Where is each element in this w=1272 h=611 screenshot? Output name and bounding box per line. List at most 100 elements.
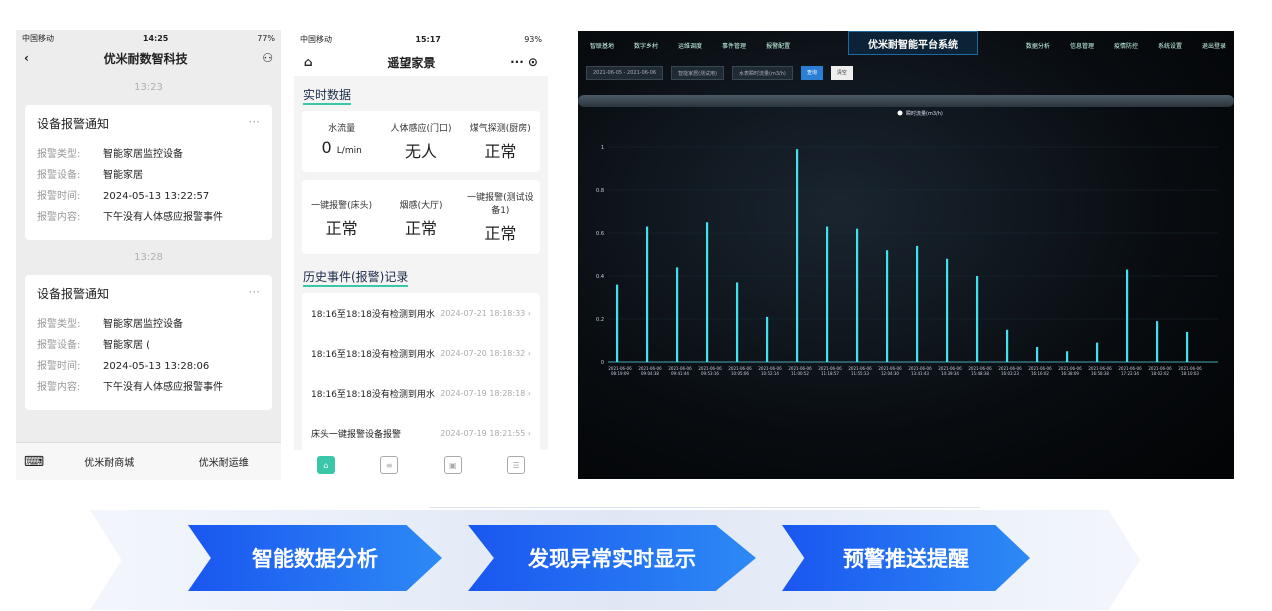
step-1-arrow: 智能数据分析	[188, 525, 442, 591]
x-tick-time: 18:02:02	[1151, 371, 1169, 376]
nav-item[interactable]: 运维调度	[678, 41, 702, 50]
x-tick-time: 16:58:38	[1091, 371, 1109, 376]
app-title: 遥望家景	[387, 55, 436, 70]
menu-item-ops[interactable]: 优米耐运维	[167, 454, 282, 469]
card-row: 报警设备: 智能家居 (	[37, 340, 151, 351]
keyboard-icon[interactable]: ⌨	[16, 454, 52, 470]
x-tick-time: 15:48:38	[971, 371, 989, 376]
nav-item[interactable]: 退出登录	[1202, 41, 1226, 50]
more-icon[interactable]: ··· ⊙	[510, 55, 538, 69]
x-tick-time: 16:38:09	[1061, 371, 1079, 376]
filter-bar: 2021-06-05 - 2021-06-06 智能家居(测试用) 水表瞬时流量…	[586, 66, 853, 80]
sensor-gas: 煤气探测(厨房) 正常	[469, 124, 531, 161]
nav-item[interactable]: 报警配置	[766, 41, 790, 50]
x-tick-time: 16:03:23	[1001, 371, 1019, 376]
nav-item[interactable]: 疫情防控	[1114, 41, 1138, 50]
alarm-card[interactable]: 设备报警通知 ··· 报警类型: 智能家居监控设备 报警设备: 智能家居 报警时间: 2024…	[25, 105, 272, 240]
bar	[766, 316, 769, 362]
y-tick-label: 1	[601, 145, 604, 151]
x-tick-time: 12:04:30	[881, 371, 899, 376]
step-2-arrow: 发现异常实时显示	[468, 525, 756, 591]
decor-pipe	[578, 95, 1234, 107]
history-item[interactable]: 18:16至18:18没有检测到用水 2024-07-19 18:28:18 ›	[302, 373, 540, 413]
x-tick-time: 10:52:14	[761, 371, 779, 376]
bar	[616, 284, 619, 362]
tab-bar: ⌂ ≡ ▣ ☰	[294, 450, 548, 480]
platform-title: 优米耐智能平台系统	[848, 31, 978, 55]
bar	[976, 276, 979, 362]
more-icon[interactable]: ···	[249, 285, 260, 302]
nav-item[interactable]: 事件管理	[722, 41, 746, 50]
nav-item[interactable]: 智联基地	[590, 41, 614, 50]
bar	[916, 245, 919, 362]
carrier: 中国移动	[300, 34, 332, 44]
menu-item-mall[interactable]: 优米耐商城	[52, 454, 167, 469]
message-time: 13:28	[134, 252, 163, 263]
bar	[946, 258, 949, 362]
divider-line	[430, 507, 980, 508]
history-item[interactable]: 18:16至18:18没有检测到用水 2024-07-20 18:18:32 ›	[302, 333, 540, 373]
sensor-smoke: 烟感(大厅) 正常	[399, 201, 443, 238]
menu-bar: ⌨ 优米耐商城 优米耐运维	[16, 442, 281, 480]
status-bar: 中国移动 15:17 93%	[294, 30, 548, 48]
tab-user-icon[interactable]: ☰	[507, 456, 526, 474]
app-header: ⌂ 遥望家景 ··· ⊙	[294, 48, 548, 76]
message-time: 13:23	[134, 82, 163, 93]
profile-icon[interactable]: ⚇	[262, 51, 273, 65]
bar	[1006, 329, 1009, 362]
clock: 15:17	[415, 34, 441, 44]
reset-button[interactable]: 清空	[830, 66, 853, 80]
metric-select[interactable]: 水表瞬时流量(m3/h)	[732, 66, 793, 80]
tab-home-icon[interactable]: ⌂	[316, 456, 335, 474]
card-row: 报警内容: 下午没有人体感应报警事件	[37, 382, 223, 393]
nav-item[interactable]: 系统设置	[1158, 41, 1182, 50]
device-select[interactable]: 智能家居(测试用)	[671, 66, 725, 80]
x-tick-time: 13:41:43	[911, 371, 929, 376]
sensor-test-alarm: 一键报警(测试设备1) 正常	[467, 193, 534, 243]
y-tick-label: 0.2	[596, 317, 604, 323]
nav-item[interactable]: 数据分析	[1026, 41, 1050, 50]
flow-chart: 瞬时流量(m3/h)00.20.40.60.812021-06-0608:19:…	[596, 110, 1218, 376]
status-bar: 中国移动 14:25 77%	[16, 30, 281, 46]
x-tick-time: 17:22:34	[1121, 371, 1139, 376]
more-icon[interactable]: ···	[249, 115, 260, 132]
bar	[796, 149, 799, 362]
realtime-section-title: 实时数据	[294, 76, 548, 111]
history-section-title: 历史事件(报警)记录	[294, 254, 548, 293]
chat-header: ‹ 优米耐数智科技 ⚇	[16, 46, 281, 70]
card-title: 设备报警通知	[37, 117, 110, 131]
card-row: 报警内容: 下午没有人体感应报警事件	[37, 212, 223, 223]
query-button[interactable]: 查询	[800, 66, 823, 80]
date-range-input[interactable]: 2021-06-05 - 2021-06-06	[586, 66, 664, 80]
bar	[706, 222, 709, 362]
bar	[736, 282, 739, 362]
battery: 93%	[524, 34, 542, 44]
bar	[886, 250, 889, 362]
tab-record-icon[interactable]: ▣	[443, 456, 462, 474]
x-tick-time: 11:55:33	[851, 371, 869, 376]
wechat-screen: 中国移动 14:25 77% ‹ 优米耐数智科技 ⚇ 13:23 设备报警通知 ··…	[16, 30, 281, 480]
y-tick-label: 0.6	[596, 231, 604, 237]
tab-list-icon[interactable]: ≡	[380, 456, 399, 474]
sensor-body: 人体感应(门口) 无人	[390, 124, 452, 161]
history-item[interactable]: 18:16至18:18没有检测到用水 2024-07-21 18:18:33 ›	[302, 293, 540, 333]
sensor-row-1: 水流量 0 L/min 人体感应(门口) 无人 煤气探测(厨房) 正常	[302, 111, 540, 172]
x-tick-time: 09:53:16	[701, 371, 719, 376]
back-icon[interactable]: ‹	[24, 51, 29, 65]
nav-item[interactable]: 数字乡村	[634, 41, 658, 50]
battery: 77%	[257, 33, 275, 43]
bar	[1156, 321, 1159, 362]
alarm-card[interactable]: 设备报警通知 ··· 报警类型: 智能家居监控设备 报警设备: 智能家居 (报警时间: 20…	[25, 275, 272, 410]
x-tick-time: 11:00:52	[791, 371, 809, 376]
nav-item[interactable]: 信息管理	[1070, 41, 1094, 50]
bar	[676, 267, 679, 362]
x-tick-time: 14:39:34	[941, 371, 959, 376]
sensor-bed-alarm: 一键报警(床头) 正常	[311, 201, 373, 238]
x-tick-time: 11:18:57	[821, 371, 839, 376]
home-icon[interactable]: ⌂	[304, 55, 313, 69]
bar	[646, 226, 649, 362]
card-title: 设备报警通知	[37, 287, 110, 301]
card-row: 报警类型: 智能家居监控设备	[37, 149, 183, 160]
card-row: 报警时间: 2024-05-13 13:22:57	[37, 191, 210, 202]
history-item[interactable]: 床头一键报警设备报警 2024-07-19 18:21:55 ›	[302, 413, 540, 453]
